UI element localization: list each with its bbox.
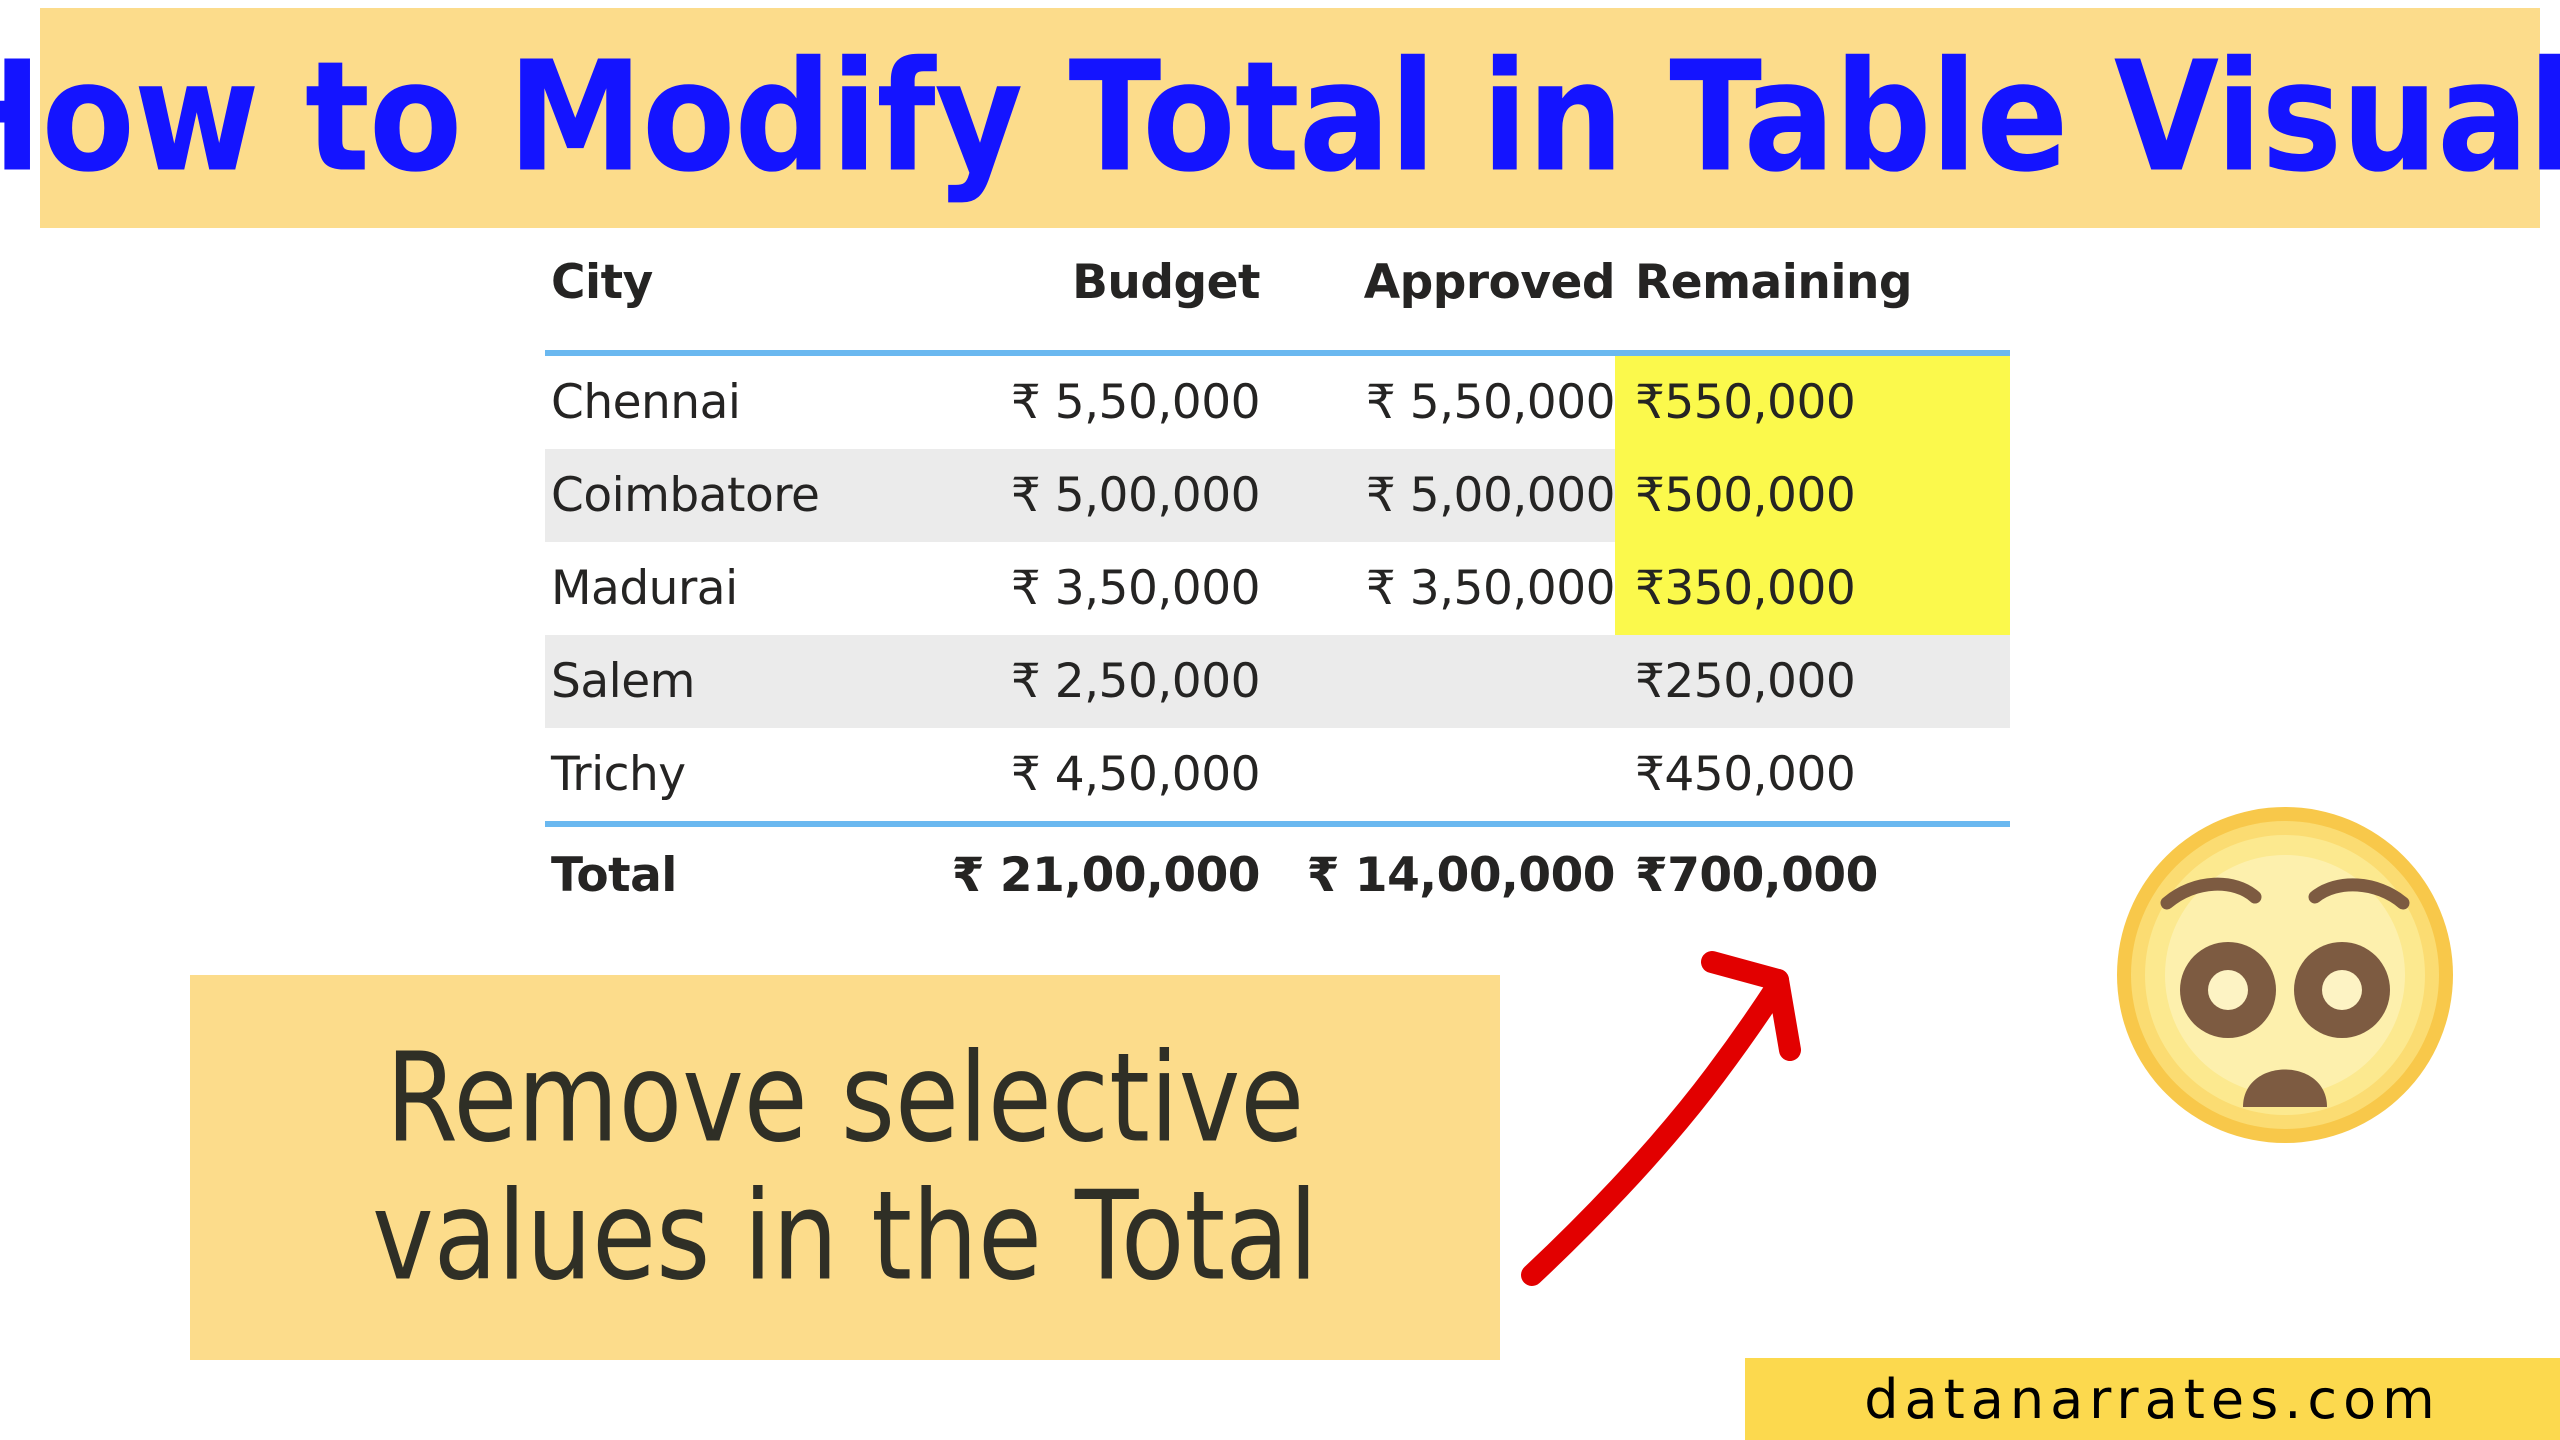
cell-remaining: ₹500,000 xyxy=(1615,449,2010,542)
cell-approved xyxy=(1260,635,1615,728)
table-body: Chennai ₹ 5,50,000 ₹ 5,50,000 ₹550,000 C… xyxy=(545,350,2010,824)
page-title: How to Modify Total in Table Visual? xyxy=(0,29,2560,207)
cell-budget: ₹ 5,00,000 xyxy=(900,449,1261,542)
table-row[interactable]: Salem ₹ 2,50,000 ₹250,000 xyxy=(545,635,2010,728)
column-header-remaining[interactable]: Remaining xyxy=(1615,255,2010,353)
callout-box: Remove selective values in the Total xyxy=(190,975,1500,1360)
cell-remaining: ₹350,000 xyxy=(1615,542,2010,635)
footer-watermark: datanarrates.com xyxy=(1745,1358,2560,1440)
cell-budget: ₹ 4,50,000 xyxy=(1010,747,1261,802)
cell-budget: ₹ 5,50,000 xyxy=(900,350,1261,449)
cell-city: Coimbatore xyxy=(545,449,900,542)
cell-remaining: ₹250,000 xyxy=(1615,635,2010,728)
table-row[interactable]: Chennai ₹ 5,50,000 ₹ 5,50,000 ₹550,000 xyxy=(545,350,2010,449)
cell-budget: ₹ 3,50,000 xyxy=(1010,561,1261,616)
callout-line-2: values in the Total xyxy=(372,1163,1318,1308)
astonished-face-icon xyxy=(2117,807,2453,1143)
table-header-row: City Budget Approved Remaining xyxy=(545,255,2010,353)
cell-city: Salem xyxy=(545,635,900,728)
arrow-annotation xyxy=(1470,900,1890,1300)
total-remaining: ₹700,000 xyxy=(1615,821,2010,923)
cell-approved: ₹ 5,00,000 xyxy=(1260,449,1616,542)
cell-approved: ₹ 3,50,000 xyxy=(1365,561,1616,616)
budget-table: City Budget Approved Remaining Chennai ₹… xyxy=(545,255,2010,923)
cell-remaining: ₹450,000 xyxy=(1635,747,1856,802)
total-budget: ₹ 21,00,000 xyxy=(900,821,1261,923)
cell-approved: ₹ 5,50,000 xyxy=(1260,350,1616,449)
table-header: City Budget Approved Remaining xyxy=(545,255,2010,353)
table-visual: City Budget Approved Remaining Chennai ₹… xyxy=(545,255,2010,923)
table-row[interactable]: Coimbatore ₹ 5,00,000 ₹ 5,00,000 ₹500,00… xyxy=(545,449,2010,542)
site-name: datanarrates.com xyxy=(1864,1367,2441,1431)
column-header-budget[interactable]: Budget xyxy=(900,255,1260,353)
column-header-approved[interactable]: Approved xyxy=(1260,255,1616,353)
cell-city: Madurai xyxy=(551,561,738,616)
title-banner: How to Modify Total in Table Visual? xyxy=(0,8,2560,228)
red-arrow-icon xyxy=(1521,951,1801,1286)
column-header-city[interactable]: City xyxy=(545,255,900,353)
cell-approved xyxy=(1260,728,1615,824)
cell-city: Chennai xyxy=(545,350,900,449)
table-row[interactable]: Madurai ₹ 3,50,000 ₹ 3,50,000 ₹350,000 xyxy=(545,542,2010,635)
total-label: Total xyxy=(545,821,900,923)
cell-budget: ₹ 2,50,000 xyxy=(900,635,1261,728)
total-approved: ₹ 14,00,000 xyxy=(1260,821,1616,923)
emoji-astonished-face xyxy=(2115,805,2455,1145)
table-footer: Total ₹ 21,00,000 ₹ 14,00,000 ₹700,000 xyxy=(545,821,2010,923)
total-row[interactable]: Total ₹ 21,00,000 ₹ 14,00,000 ₹700,000 xyxy=(545,821,2010,923)
cell-remaining: ₹550,000 xyxy=(1615,350,2010,449)
table-row[interactable]: Trichy ₹ 4,50,000 ₹450,000 xyxy=(545,728,2010,824)
cell-city: Trichy xyxy=(551,747,686,802)
